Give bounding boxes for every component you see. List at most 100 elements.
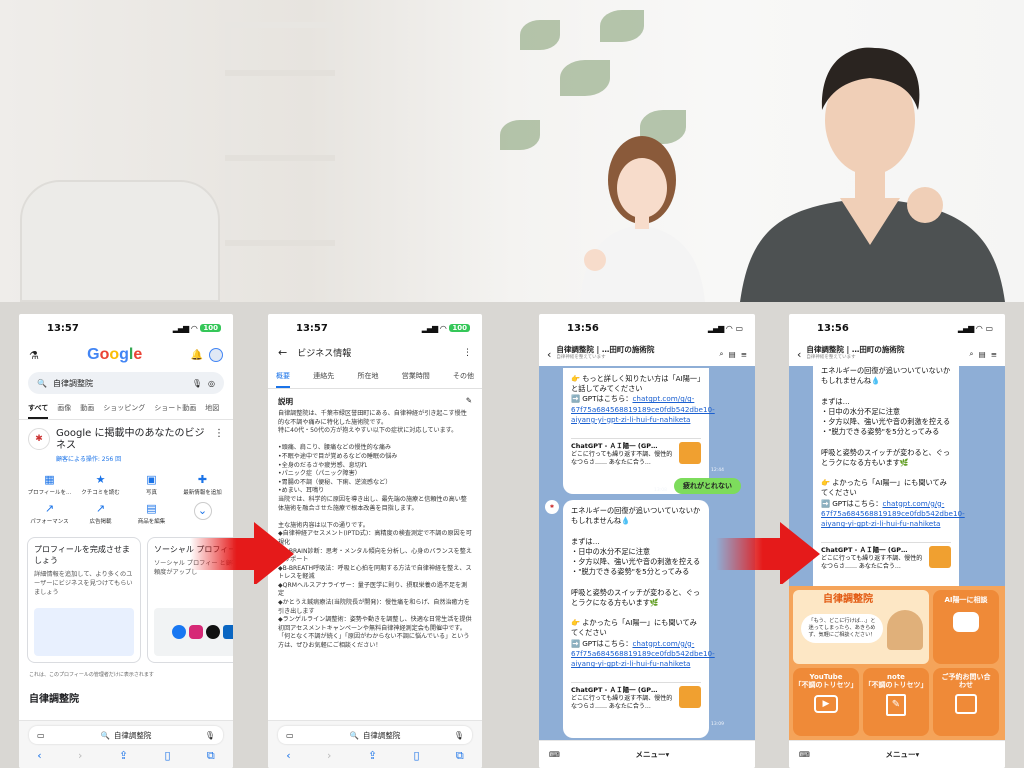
status-bar: 13:57 ▂▄▆ ◠ 100 [19,314,233,342]
search-input[interactable]: 🔍 自律調整院 🎙 ◎ [28,372,224,394]
more-options-icon[interactable]: ⋮ [214,428,224,463]
tabs-overview-icon[interactable]: ▭ [286,731,294,740]
admin-only-note: これは、このプロフィールの管理者だけに表示されます [29,672,154,678]
forward-icon[interactable]: › [78,749,82,763]
chat-name: 自律調整院 | …田町の施術院 自律神経を整えています [556,345,655,361]
more-options-icon[interactable]: ⋮ [463,348,472,358]
chat-message: エネルギーの回復が追いついていないかもしれませんね💧 まずは… ・日中の水分不足… [563,500,715,738]
tab-short-videos[interactable]: ショート動画 [154,403,196,419]
message-time: 12:44 [711,468,724,473]
rich-menu-toggle[interactable]: メニュー▾ [810,749,995,760]
battery-icon: 100 [200,324,221,332]
tab-images[interactable]: 画像 [57,403,71,419]
search-icon[interactable]: ⌕ [969,349,973,359]
action-ads[interactable]: ↗ 広告掲載 [76,502,125,525]
back-icon[interactable]: ‹ [797,348,801,361]
keyboard-icon[interactable]: ⌨ [549,750,560,759]
tabs-icon[interactable]: ⧉ [207,749,215,763]
calendar-icon [955,694,977,714]
ai-consult-button[interactable]: AI陽一に相談 [933,590,999,664]
business-logo: ✱ [28,428,50,450]
search-icon[interactable]: ⌕ [719,349,723,359]
action-performance[interactable]: ↗ パフォーマンス [25,502,74,525]
phone-line-rich-menu: 13:56 ▂▄▆ ◠ ▭ ‹ 自律調整院 | …田町の施術院 自律神経を整えています… [789,314,1005,768]
facebook-icon [172,625,186,639]
status-bar: 13:56 ▂▄▆ ◠ ▭ [539,314,755,342]
note-button[interactable]: note 「不調のトリセツ」 ✎ [863,668,929,736]
action-read-reviews[interactable]: ★ クチコミを読む [76,473,125,496]
battery-icon: 100 [449,324,470,332]
notes-icon[interactable]: ▤ [979,350,986,359]
back-icon[interactable]: ‹ [286,749,290,763]
labs-icon[interactable]: ⚗ [29,349,39,362]
wifi-icon: ◠ [440,323,447,333]
tabs-icon[interactable]: ⧉ [456,749,464,763]
info-tabs: 概要 連絡先 所在地 営業時間 その他 [268,363,482,389]
lens-icon[interactable]: ◎ [208,379,215,388]
card-description: 詳細情報を追加して、より多くのユーザーにビジネスを見つけてもらいましょう [34,571,133,596]
business-description: 自律調整院は、千葉市緑区誉田町にある、自律神経が引き起こす慢性的な不調や痛みに特… [278,410,472,650]
address-bar[interactable]: ▭ 🔍 自律調整院 🎙 [278,726,472,744]
mic-icon[interactable]: 🎙 [192,379,202,388]
share-icon[interactable]: ⇪ [368,749,377,763]
mic-icon[interactable]: 🎙 [205,731,215,740]
tab-more[interactable]: その他 [453,371,474,388]
clock: 13:57 [47,322,79,334]
tabs-overview-icon[interactable]: ▭ [37,731,45,740]
instagram-icon [189,625,203,639]
gpt-thumbnail [679,686,701,709]
action-add-update[interactable]: ✚ 最新情報を追加 [178,473,227,496]
edit-pencil-icon[interactable]: ✎ [466,396,472,407]
back-icon[interactable]: ‹ [37,749,41,763]
action-edit-profile[interactable]: ▦ プロフィールを... [25,473,74,496]
gpt-link-preview[interactable]: ChatGPT - ＡＩ陽一 (GP… どこに行っても繰り返す不調、慢性的なつらさ… [571,438,701,467]
tab-location[interactable]: 所在地 [358,371,379,388]
gpt-link-preview[interactable]: ChatGPT - ＡＩ陽一 (GP… どこに行っても繰り返す不調、慢性的なつらさ… [571,682,701,711]
youtube-button[interactable]: YouTube 「不調のトリセツ」 ▶ [793,668,859,736]
action-photos[interactable]: ▣ 写真 [127,473,176,496]
store-icon: ▦ [44,473,55,486]
bookmarks-icon[interactable]: ▯ [413,749,419,763]
bookmarks-icon[interactable]: ▯ [164,749,170,763]
account-avatar[interactable]: ✱ [545,500,559,514]
gpt-thumbnail [929,546,951,569]
menu-icon[interactable]: ≡ [991,350,997,359]
shelf-board [225,70,335,76]
back-icon[interactable]: ‹ [547,348,551,361]
business-panel-header: ✱ Google に掲載中のあなたのビジネス 顧客による操作: 256 回 ⋮ [19,420,233,467]
menu-icon[interactable]: ≡ [741,350,747,359]
banner-message: 「もう、どこに行けば…」と迷ってしまったら、あきらめず、気軽にご相談ください！ [801,614,883,643]
status-bar: 13:56 ▂▄▆ ◠ ▭ [789,314,1005,342]
battery-icon: ▭ [985,323,993,333]
mic-icon[interactable]: 🎙 [454,731,464,740]
address-bar[interactable]: ▭ 🔍 自律調整院 🎙 [29,726,223,744]
tab-hours[interactable]: 営業時間 [402,371,430,388]
search-query: 自律調整院 [52,378,93,388]
x-icon [206,625,220,639]
shelf-board [225,155,335,161]
gpt-link-preview[interactable]: ChatGPT - ＡＩ陽一 (GP… どこに行っても繰り返す不調、慢性的なつらさ… [821,542,951,571]
woman-illustration [580,136,705,302]
tab-overview[interactable]: 概要 [276,371,290,388]
description-heading: 説明 ✎ [278,396,472,407]
tab-all[interactable]: すべて [28,403,49,419]
wifi-icon: ◠ [726,323,733,333]
tab-videos[interactable]: 動画 [80,403,94,419]
tab-contact[interactable]: 連絡先 [313,371,334,388]
tab-maps[interactable]: 地図 [205,403,219,419]
tab-shopping[interactable]: ショッピング [103,403,145,419]
booking-button[interactable]: ご予約お問い合わせ [933,668,999,736]
keyboard-icon[interactable]: ⌨ [799,750,810,759]
share-icon[interactable]: ⇪ [119,749,128,763]
rich-menu-banner[interactable]: 自律調整院 「もう、どこに行けば…」と迷ってしまったら、あきらめず、気軽にご相談… [793,590,929,664]
action-edit-products[interactable]: ▤ 商品を編集 [127,502,176,525]
notes-icon[interactable]: ▤ [729,350,736,359]
complete-profile-card[interactable]: プロフィールを完成させましょう 詳細情報を追加して、より多くのユーザーにビジネス… [27,537,141,663]
rich-menu-toggle[interactable]: メニュー▾ [560,749,745,760]
document-pen-icon: ✎ [886,694,906,716]
back-arrow-icon[interactable]: ← [278,346,287,359]
notification-bell-icon[interactable]: 🔔 [191,350,203,361]
avatar[interactable] [208,348,223,362]
forward-icon[interactable]: › [327,749,331,763]
add-post-icon: ✚ [197,473,208,486]
